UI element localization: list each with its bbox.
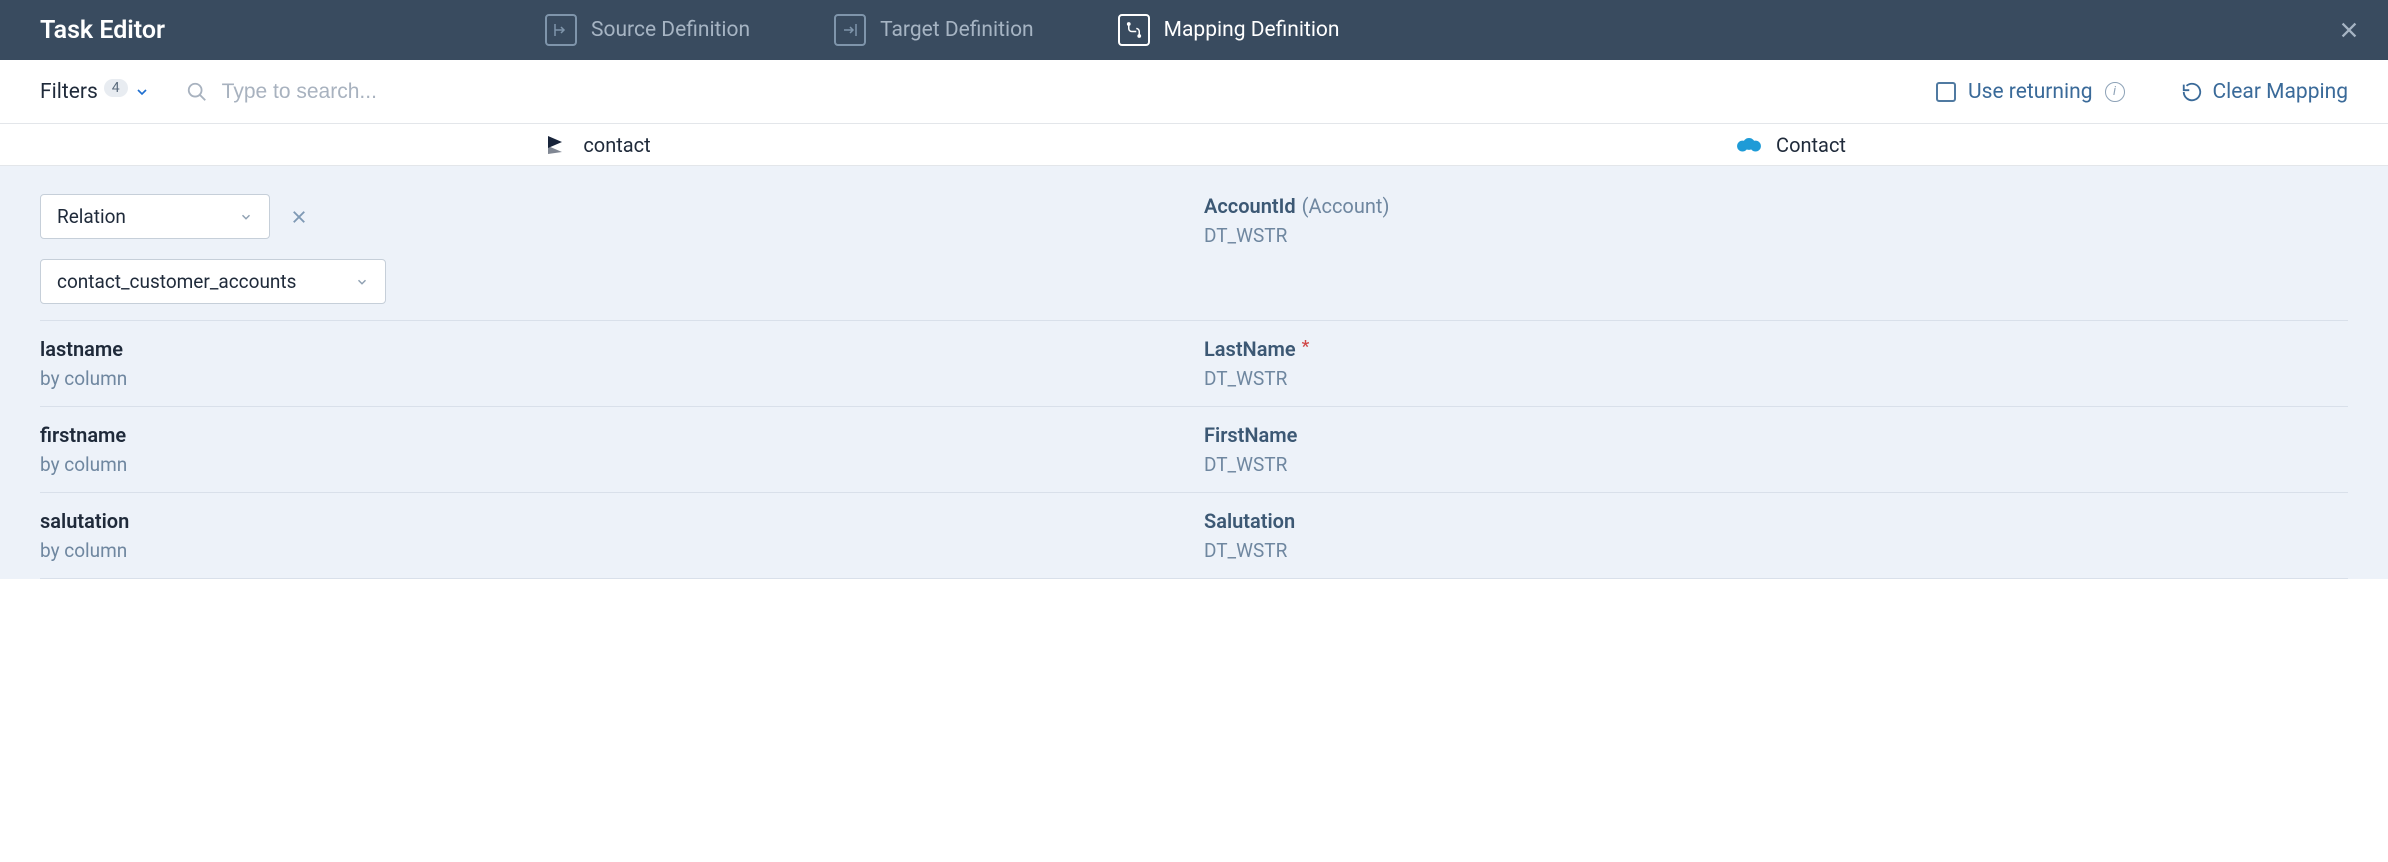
target-field-type: DT_WSTR (1204, 539, 2348, 562)
source-field-sub: by column (40, 453, 1184, 476)
target-field-type: DT_WSTR (1204, 224, 2348, 247)
salesforce-icon (1736, 132, 1762, 158)
tab-mapping-definition[interactable]: Mapping Definition (1118, 14, 1340, 46)
toolbar: Filters 4 Use returning i Clear Mapping (0, 60, 2388, 124)
chevron-down-icon (134, 84, 150, 100)
header-tabs: Source Definition Target Definition Mapp… (545, 14, 1340, 46)
target-col: AccountId (Account) DT_WSTR (1204, 194, 2348, 304)
source-field-name: salutation (40, 509, 1184, 533)
tab-label: Source Definition (591, 18, 750, 42)
target-field-name: AccountId (1204, 194, 1296, 218)
chevron-down-icon (355, 275, 369, 289)
filters-count-badge: 4 (104, 79, 128, 97)
header-bar: Task Editor Source Definition Target Def… (0, 0, 2388, 60)
mapping-body: Relation contact_customer_accounts Ac (0, 166, 2388, 579)
mapping-row[interactable]: firstname by column FirstName DT_WSTR (40, 407, 2348, 493)
entity-header: contact Contact (0, 124, 2388, 166)
use-returning-toggle[interactable]: Use returning i (1936, 80, 2125, 104)
close-button[interactable] (2338, 19, 2360, 41)
checkbox-icon (1936, 82, 1956, 102)
target-field-name: FirstName (1204, 423, 1297, 447)
target-entity: Contact (1194, 132, 2388, 158)
refresh-icon (2181, 81, 2203, 103)
target-entity-label: Contact (1776, 133, 1846, 157)
search-icon (186, 81, 208, 103)
tab-label: Mapping Definition (1164, 18, 1340, 42)
filters-button[interactable]: Filters 4 (40, 80, 150, 104)
clear-mapping-label: Clear Mapping (2213, 80, 2349, 104)
info-icon[interactable]: i (2105, 82, 2125, 102)
relation-value-select[interactable]: contact_customer_accounts (40, 259, 386, 304)
select-value: Relation (57, 205, 126, 228)
use-returning-label: Use returning (1968, 80, 2093, 104)
relation-type-select[interactable]: Relation (40, 194, 270, 239)
source-col: Relation contact_customer_accounts (40, 194, 1204, 304)
source-field-name: lastname (40, 337, 1184, 361)
target-field-name: LastName (1204, 337, 1296, 361)
target-field-note: (Account) (1302, 194, 1390, 218)
source-entity-label: contact (583, 133, 650, 157)
mapping-row[interactable]: salutation by column Salutation DT_WSTR (40, 493, 2348, 579)
source-field-name: firstname (40, 423, 1184, 447)
app-title: Task Editor (0, 16, 205, 45)
target-field-name: Salutation (1204, 509, 1295, 533)
target-field-type: DT_WSTR (1204, 367, 2348, 390)
source-def-icon (545, 14, 577, 46)
tab-label: Target Definition (880, 18, 1034, 42)
mapping-row[interactable]: lastname by column LastName * DT_WSTR (40, 321, 2348, 407)
source-field-sub: by column (40, 539, 1184, 562)
remove-relation-button[interactable] (290, 208, 308, 226)
dynamics-icon (543, 132, 569, 158)
toolbar-right: Use returning i Clear Mapping (1936, 80, 2348, 104)
required-marker: * (1302, 337, 1310, 357)
source-field-sub: by column (40, 367, 1184, 390)
filters-label: Filters (40, 80, 98, 104)
target-def-icon (834, 14, 866, 46)
mapping-row-relation: Relation contact_customer_accounts Ac (40, 178, 2348, 321)
mapping-def-icon (1118, 14, 1150, 46)
search-input[interactable] (222, 80, 642, 104)
search-container (186, 80, 1936, 104)
select-value: contact_customer_accounts (57, 270, 296, 293)
target-field-type: DT_WSTR (1204, 453, 2348, 476)
clear-mapping-button[interactable]: Clear Mapping (2181, 80, 2349, 104)
tab-source-definition[interactable]: Source Definition (545, 14, 750, 46)
source-entity: contact (0, 132, 1194, 158)
chevron-down-icon (239, 210, 253, 224)
tab-target-definition[interactable]: Target Definition (834, 14, 1034, 46)
